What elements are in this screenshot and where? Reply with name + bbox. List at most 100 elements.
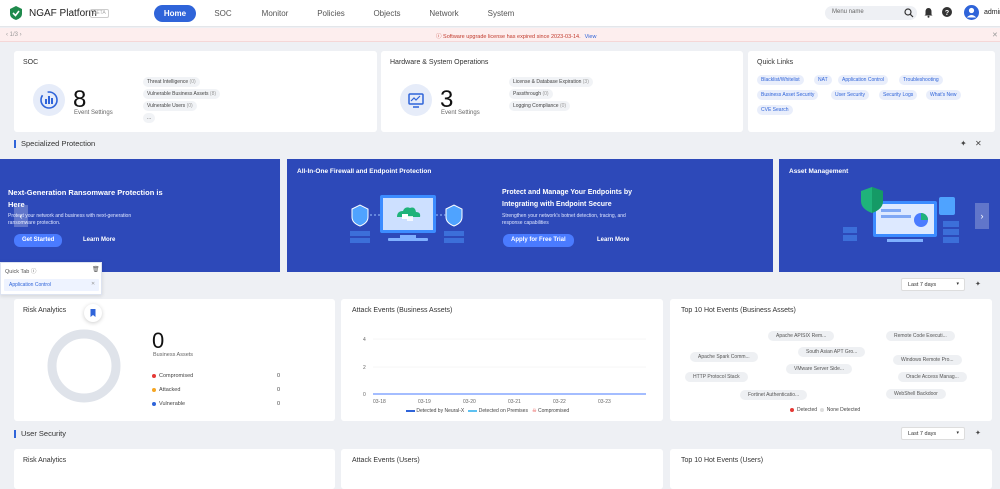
pin-icon[interactable]: ✦ [975,280,981,288]
hot-tag[interactable]: WebShell Backdoor [886,389,946,399]
soc-sub: Event Settings [74,110,113,116]
banner2-learn-more[interactable]: Learn More [597,237,629,243]
user-attack-card: Attack Events (Users) [341,449,663,489]
hw-item-license[interactable]: License & Database Expiration (3) [509,77,593,87]
risk-legend-value: 0 [276,387,280,393]
x-tick: 03-20 [463,399,476,405]
range-select[interactable]: Last 7 days ▾ [901,278,965,291]
quick-link-troubleshooting[interactable]: Troubleshooting [899,75,943,85]
license-notice: ‹ 1/3 › ⓘ Software upgrade license has e… [0,28,1000,42]
avatar[interactable] [964,5,979,20]
nav-monitor[interactable]: Monitor [256,5,294,22]
quick-link-user-security[interactable]: User Security [831,90,870,100]
close-section-icon[interactable]: ✕ [975,139,982,148]
vulnerable-dot [152,401,156,406]
trash-icon[interactable]: 🗑 [92,266,100,273]
none-detected-dot [819,407,824,412]
hot-tag[interactable]: VMware Server Side... [786,364,853,374]
hot-tag[interactable]: Oracle Access Manag... [898,372,967,382]
beta-badge: BETA [90,9,109,18]
notice-view-link[interactable]: View [585,34,597,40]
soc-item-count: (0) [189,79,196,85]
banner-prev-arrow[interactable]: ‹ [14,205,28,227]
nav-system[interactable]: System [481,5,521,22]
nav-home[interactable]: Home [154,5,196,22]
banner-next-arrow[interactable]: › [975,203,989,229]
hot-tag[interactable]: Fortinet Authenticatio... [740,390,808,400]
soc-item-vuln-users[interactable]: Vulnerable Users (0) [143,101,197,111]
hot-events-card: Top 10 Hot Events (Business Assets) Apac… [670,299,992,421]
notice-text: Software upgrade license has expired sin… [443,34,581,40]
soc-item-threat[interactable]: Threat Intelligence (0) [143,77,200,87]
svg-text:?: ? [945,10,949,17]
banner2-title-line: Integrating with Endpoint Secure [502,201,612,208]
bookmark-icon [90,309,96,317]
quick-link-nat[interactable]: NAT [814,75,832,85]
soc-item-count: (0) [186,103,193,109]
pin-icon[interactable]: ✦ [960,139,967,148]
user-attack-title: Attack Events (Users) [352,457,420,464]
help-icon[interactable]: ? [942,7,952,17]
skull-icon: ☠ [532,408,537,414]
notice-message: ⓘ Software upgrade license has expired s… [436,32,596,40]
nav-policies[interactable]: Policies [311,5,351,22]
close-icon[interactable]: ✕ [91,281,95,287]
hot-tag[interactable]: Windows Remote Pro... [893,355,962,365]
top-bar: NGAF Platform BETA Home SOC Monitor Poli… [0,0,1000,27]
soc-more-button[interactable]: ... [143,113,156,123]
quick-link-cve-search[interactable]: CVE Search [757,105,793,115]
username[interactable]: admin [984,9,1000,16]
quick-link-security-logs[interactable]: Security Logs [879,90,918,100]
y-tick: 4 [363,337,366,343]
risk-legend-label: Attacked [159,387,181,393]
asset-illustration [843,187,959,243]
search-icon[interactable] [904,8,914,18]
attack-chart: 4 2 0 03-18 03-19 03-20 03-21 03-22 03-2… [363,337,646,405]
menu-search-input[interactable]: Menu name [825,6,917,20]
bookmark-button[interactable] [84,304,102,322]
search-placeholder: Menu name [832,9,864,15]
banner2-desc: Strengthen your network's botnet detecti… [502,213,626,227]
hw-item-logging[interactable]: Logging Compliance (0) [509,101,571,111]
quick-link-business-asset[interactable]: Business Asset Security [757,90,819,100]
hot-tag[interactable]: HTTP Protocol Stack [685,372,748,382]
risk-legend-value: 0 [276,373,280,379]
hot-tag[interactable]: Apache Spark Comm... [690,352,758,362]
user-icon [966,7,977,18]
nav-network[interactable]: Network [424,5,464,22]
attack-title: Attack Events (Business Assets) [352,307,453,314]
banner1-learn-more[interactable]: Learn More [83,237,115,243]
quick-link-blacklist[interactable]: Blacklist/Whitelist [757,75,804,85]
hot-tag[interactable]: Remote Code Executi... [886,331,955,341]
soc-item-label: Vulnerable Business Assets [147,91,209,97]
hot-legend-label: Detected [797,407,818,413]
hw-sub: Event Settings [441,110,480,116]
info-icon: ⓘ [30,269,37,275]
hot-tag[interactable]: Apache APISIX Rem... [768,331,835,341]
user-range-select[interactable]: Last 7 days ▾ [901,427,965,440]
hw-item-passthrough[interactable]: Passthrough (0) [509,89,553,99]
risk-donut [47,329,121,403]
quick-tab-item[interactable]: Application Control ✕ [4,279,99,291]
risk-sub: Business Assets [153,352,194,358]
user-range-value: Last 7 days [908,431,937,437]
hot-title: Top 10 Hot Events (Business Assets) [681,307,796,314]
get-started-button[interactable]: Get Started [14,234,63,247]
hot-tag[interactable]: South Asian APT Gro... [798,347,866,357]
hw-icon [400,84,432,116]
soc-item-vuln-assets[interactable]: Vulnerable Business Assets (8) [143,89,221,99]
close-icon[interactable]: ✕ [992,31,998,39]
quick-link-whats-new[interactable]: What's New [926,90,961,100]
bell-icon[interactable] [924,7,933,18]
hot-legend: Detected None Detected [790,407,860,413]
hw-item-label: Passthrough [513,91,542,97]
pin-icon[interactable]: ✦ [975,429,981,437]
banner2-desc-line: Strengthen your network's botnet detecti… [502,213,626,219]
nav-objects[interactable]: Objects [367,5,407,22]
risk-count: 0 [152,328,165,353]
quick-link-app-control[interactable]: Application Control [838,75,888,85]
apply-free-trial-button[interactable]: Apply for Free Trial [503,234,574,247]
notice-pager[interactable]: ‹ 1/3 › [6,32,22,38]
nav-soc[interactable]: SOC [205,5,241,22]
y-tick: 2 [363,365,366,371]
